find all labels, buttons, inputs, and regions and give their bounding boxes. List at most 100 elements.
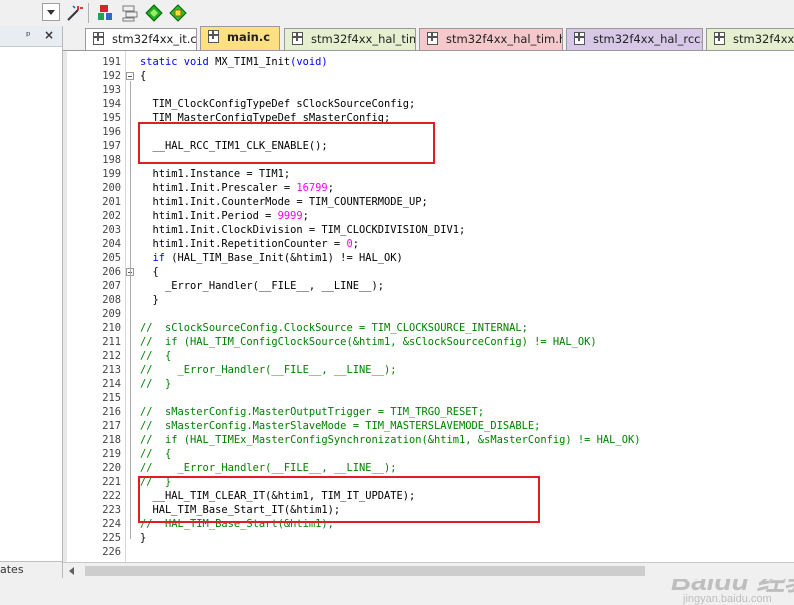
scroll-thumb[interactable] <box>85 566 645 576</box>
close-icon[interactable]: × <box>44 28 54 42</box>
line-number: 225 <box>102 532 121 544</box>
code-line[interactable]: 219 // { <box>63 447 794 461</box>
code-text: if (HAL_TIM_Base_Init(&htim1) != HAL_OK) <box>140 251 403 265</box>
code-line[interactable]: 191 static void MX_TIM1_Init(void) <box>63 55 794 69</box>
magic-wand-icon[interactable] <box>64 3 84 23</box>
code-line[interactable]: 217 // sMasterConfig.MasterSlaveMode = TI… <box>63 419 794 433</box>
code-line[interactable]: 201 htim1.Init.CounterMode = TIM_COUNTER… <box>63 195 794 209</box>
tab-stm32f4xx-hal-tim-h[interactable]: stm32f4xx_hal_tim.h <box>419 28 563 50</box>
tab-stm32f4xx-it-c[interactable]: stm32f4xx_it.c <box>85 28 197 50</box>
tab-label: stm32f4xx_hal_rcc.c <box>733 32 794 46</box>
code-line[interactable]: 212 // { <box>63 349 794 363</box>
code-line[interactable]: 193 <box>63 83 794 97</box>
toolbar-separator <box>88 3 89 23</box>
code-text: // sMasterConfig.MasterOutputTrigger = T… <box>140 405 484 419</box>
project-panel: ᵖ × ates <box>0 26 63 578</box>
code-line[interactable]: 207 _Error_Handler(__FILE__, __LINE__); <box>63 279 794 293</box>
file-icon <box>574 32 585 45</box>
code-token: // sClockSourceConfig.ClockSource = TIM_… <box>140 322 528 334</box>
code-line[interactable]: 192 { <box>63 69 794 83</box>
code-text: // { <box>140 349 171 363</box>
file-icon <box>714 32 725 45</box>
line-number: 202 <box>102 210 121 222</box>
fold-toggle-icon[interactable] <box>126 72 134 80</box>
code-line[interactable]: 205 if (HAL_TIM_Base_Init(&htim1) != HAL… <box>63 251 794 265</box>
line-number: 218 <box>102 434 121 446</box>
tab-label: stm32f4xx_hal_tim.c <box>311 32 415 46</box>
code-line[interactable]: 208 } <box>63 293 794 307</box>
tab-stm32f4xx-hal-rcc-h[interactable]: stm32f4xx_hal_rcc.h <box>566 28 703 50</box>
code-token: // sMasterConfig.MasterOutputTrigger = T… <box>140 406 485 418</box>
code-token: ; <box>352 238 359 250</box>
panel-footer-tab[interactable]: ates <box>0 561 62 578</box>
code-line[interactable]: 214 // } <box>63 377 794 391</box>
code-line[interactable]: 220 // _Error_Handler(__FILE__, __LINE__)… <box>63 461 794 475</box>
line-number: 198 <box>102 154 121 166</box>
code-token: // } <box>140 378 172 390</box>
code-text: { <box>140 69 146 83</box>
code-token: { <box>140 266 159 278</box>
code-text: // _Error_Handler(__FILE__, __LINE__); <box>140 461 396 475</box>
code-text: } <box>140 531 146 545</box>
code-text: // sMasterConfig.MasterSlaveMode = TIM_M… <box>140 419 540 433</box>
code-text: htim1.Init.ClockDivision = TIM_CLOCKDIVI… <box>140 223 466 237</box>
tab-stm32f4xx-hal-tim-c[interactable]: stm32f4xx_hal_tim.c <box>284 28 416 50</box>
code-token: 9999 <box>277 210 303 222</box>
code-line[interactable]: 206 { <box>63 265 794 279</box>
line-number: 208 <box>102 294 121 306</box>
code-token: // if (HAL_TIM_ConfigClockSource(&htim1,… <box>140 336 597 348</box>
windows-icon[interactable] <box>120 3 140 23</box>
diamond-multi-icon[interactable] <box>168 3 188 23</box>
dropdown-arrow-icon[interactable] <box>42 3 60 21</box>
code-line[interactable]: 216 // sMasterConfig.MasterOutputTrigger … <box>63 405 794 419</box>
code-token: htim1.Instance = TIM1; <box>140 168 291 180</box>
code-token: htim1.Init.Period = <box>140 210 278 222</box>
code-line[interactable]: 200 htim1.Init.Prescaler = 16799; <box>63 181 794 195</box>
line-number: 213 <box>102 364 121 376</box>
line-number: 210 <box>102 322 121 334</box>
code-line[interactable]: 199 htim1.Instance = TIM1; <box>63 167 794 181</box>
code-text: htim1.Init.Prescaler = 16799; <box>140 181 334 195</box>
fold-guide <box>130 81 131 539</box>
code-line[interactable]: 215 <box>63 391 794 405</box>
code-token: if <box>140 252 172 264</box>
code-line[interactable]: 204 htim1.Init.RepetitionCounter = 0; <box>63 237 794 251</box>
code-line[interactable]: 210 // sClockSourceConfig.ClockSource = T… <box>63 321 794 335</box>
highlight-box-tim-start <box>138 476 540 523</box>
project-panel-header: ᵖ × <box>0 26 62 47</box>
code-line[interactable]: 218 // if (HAL_TIMEx_MasterConfigSynchron… <box>63 433 794 447</box>
code-line[interactable]: 209 <box>63 307 794 321</box>
file-icon <box>93 32 104 45</box>
code-token: // _Error_Handler(__FILE__, __LINE__); <box>140 364 397 376</box>
line-number: 191 <box>102 56 121 68</box>
code-text: } <box>140 293 159 307</box>
code-line[interactable]: 194 TIM_ClockConfigTypeDef sClockSourceC… <box>63 97 794 111</box>
line-number: 209 <box>102 308 121 320</box>
toolbar <box>0 0 794 27</box>
code-token: htim1.Init.CounterMode = TIM_COUNTERMODE… <box>140 196 428 208</box>
line-number: 216 <box>102 406 121 418</box>
code-line[interactable]: 202 htim1.Init.Period = 9999; <box>63 209 794 223</box>
horizontal-scrollbar[interactable] <box>63 562 794 579</box>
code-line[interactable]: 211 // if (HAL_TIM_ConfigClockSource(&hti… <box>63 335 794 349</box>
scroll-left-icon[interactable] <box>69 567 74 575</box>
code-line[interactable]: 203 htim1.Init.ClockDivision = TIM_CLOCK… <box>63 223 794 237</box>
code-token: } <box>140 294 159 306</box>
code-line[interactable]: 226 <box>63 545 794 559</box>
code-text: htim1.Init.CounterMode = TIM_COUNTERMODE… <box>140 195 428 209</box>
line-number: 193 <box>102 84 121 96</box>
tab-main-c[interactable]: main.c <box>200 26 280 50</box>
tab-stm32f4xx-hal-rcc-c[interactable]: stm32f4xx_hal_rcc.c <box>706 28 794 50</box>
line-number: 196 <box>102 126 121 138</box>
code-line[interactable]: 225} <box>63 531 794 545</box>
line-number: 212 <box>102 350 121 362</box>
code-token: htim1.Init.RepetitionCounter = <box>140 238 347 250</box>
build-icon[interactable] <box>96 3 116 23</box>
code-line[interactable]: 213 // _Error_Handler(__FILE__, __LINE__)… <box>63 363 794 377</box>
line-number: 199 <box>102 168 121 180</box>
code-editor[interactable]: 191 static void MX_TIM1_Init(void) 192 {193… <box>63 50 794 605</box>
pin-icon[interactable]: ᵖ <box>26 29 31 42</box>
line-number: 220 <box>102 462 121 474</box>
diamond-green-icon[interactable] <box>144 3 164 23</box>
line-number: 192 <box>102 70 121 82</box>
